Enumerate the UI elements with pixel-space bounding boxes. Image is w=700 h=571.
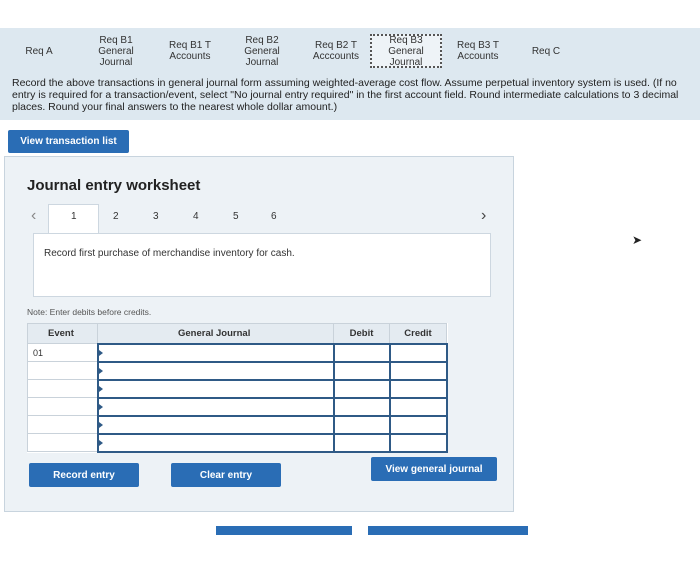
event-cell: [27, 415, 98, 434]
debit-input[interactable]: [332, 360, 391, 381]
tab-label: Req B3 T Accounts: [456, 40, 500, 62]
tab-req-a[interactable]: Req A: [14, 34, 64, 68]
tab-req-b3-general-journal[interactable]: Req B3 General Journal: [370, 34, 442, 68]
page-6[interactable]: 6: [271, 211, 277, 222]
tab-label: Req C: [531, 45, 561, 57]
account-select[interactable]: [96, 342, 335, 363]
cursor-icon: ➤: [632, 233, 643, 247]
record-entry-button[interactable]: Record entry: [29, 463, 139, 487]
account-select[interactable]: [96, 414, 335, 435]
prompt-box: Record first purchase of merchandise inv…: [33, 233, 491, 297]
tab-label: Req B1 General Journal: [98, 34, 134, 68]
event-cell: [27, 379, 98, 398]
caret-right-icon: [98, 421, 103, 428]
caret-right-icon: [98, 439, 103, 446]
account-select[interactable]: [96, 378, 335, 399]
tab-label: Req B2 T Acccounts: [312, 40, 360, 62]
col-credit: Credit: [389, 323, 447, 344]
page-5[interactable]: 5: [233, 211, 239, 222]
event-cell: 01: [27, 343, 98, 362]
tab-label: Req B3 General Journal: [388, 34, 424, 68]
view-transaction-list-button[interactable]: View transaction list: [8, 130, 129, 153]
table-header-row: Event General Journal Debit Credit: [27, 323, 447, 344]
tab-req-b2-general-journal[interactable]: Req B2 General Journal: [236, 34, 288, 68]
tab-label: Req B1 T Accounts: [168, 40, 212, 62]
credit-input[interactable]: [388, 414, 448, 435]
table-row: [27, 396, 448, 417]
caret-right-icon: [98, 367, 103, 374]
table-row: [27, 378, 448, 399]
tab-req-b1-general-journal[interactable]: Req B1 General Journal: [90, 34, 142, 68]
credit-input[interactable]: [388, 342, 448, 363]
view-general-journal-button[interactable]: View general journal: [371, 457, 497, 481]
tab-label: Req A: [25, 45, 53, 57]
instructions-text: Record the above transactions in general…: [0, 72, 700, 120]
debit-input[interactable]: [332, 342, 391, 363]
page-4[interactable]: 4: [193, 211, 199, 222]
col-general-journal: General Journal: [97, 323, 334, 344]
col-event: Event: [27, 323, 98, 344]
account-select[interactable]: [96, 396, 335, 417]
debit-input[interactable]: [332, 414, 391, 435]
debit-input[interactable]: [332, 396, 391, 417]
tab-req-b1-t-accounts[interactable]: Req B1 T Accounts: [160, 34, 220, 68]
credit-input[interactable]: [388, 360, 448, 381]
debit-input[interactable]: [332, 432, 391, 453]
col-debit: Debit: [333, 323, 390, 344]
event-cell: [27, 361, 98, 380]
tab-req-b2-t-accounts[interactable]: Req B2 T Acccounts: [304, 34, 368, 68]
next-nav-bar[interactable]: [368, 526, 528, 535]
page-2[interactable]: 2: [113, 211, 119, 222]
note-text: Note: Enter debits before credits.: [27, 307, 152, 317]
debit-input[interactable]: [332, 378, 391, 399]
tab-label: Req B2 General Journal: [244, 34, 280, 68]
tab-req-c[interactable]: Req C: [520, 34, 572, 68]
caret-right-icon: [98, 385, 103, 392]
chevron-left-icon[interactable]: ‹: [31, 207, 36, 225]
page-3[interactable]: 3: [153, 211, 159, 222]
credit-input[interactable]: [388, 432, 448, 453]
table-row: [27, 360, 448, 381]
prev-nav-bar[interactable]: [216, 526, 352, 535]
page-1[interactable]: 1: [71, 211, 77, 222]
chevron-right-icon[interactable]: ›: [481, 207, 486, 225]
event-cell: [27, 397, 98, 416]
account-select[interactable]: [96, 432, 335, 453]
table-row: [27, 414, 448, 435]
account-select[interactable]: [96, 360, 335, 381]
worksheet-title: Journal entry worksheet: [27, 177, 201, 194]
credit-input[interactable]: [388, 396, 448, 417]
credit-input[interactable]: [388, 378, 448, 399]
clear-entry-button[interactable]: Clear entry: [171, 463, 281, 487]
table-row: [27, 432, 448, 453]
caret-right-icon: [98, 349, 103, 356]
requirement-tabs: Req A Req B1 General Journal Req B1 T Ac…: [0, 28, 700, 72]
journal-entry-worksheet: Journal entry worksheet ‹ 1 2 3 4 5 6 › …: [4, 156, 514, 512]
prompt-text: Record first purchase of merchandise inv…: [44, 248, 295, 259]
table-row: 01: [27, 342, 448, 363]
tab-req-b3-t-accounts[interactable]: Req B3 T Accounts: [448, 34, 508, 68]
event-cell: [27, 433, 98, 452]
journal-table: Event General Journal Debit Credit 01: [27, 323, 448, 453]
caret-right-icon: [98, 403, 103, 410]
